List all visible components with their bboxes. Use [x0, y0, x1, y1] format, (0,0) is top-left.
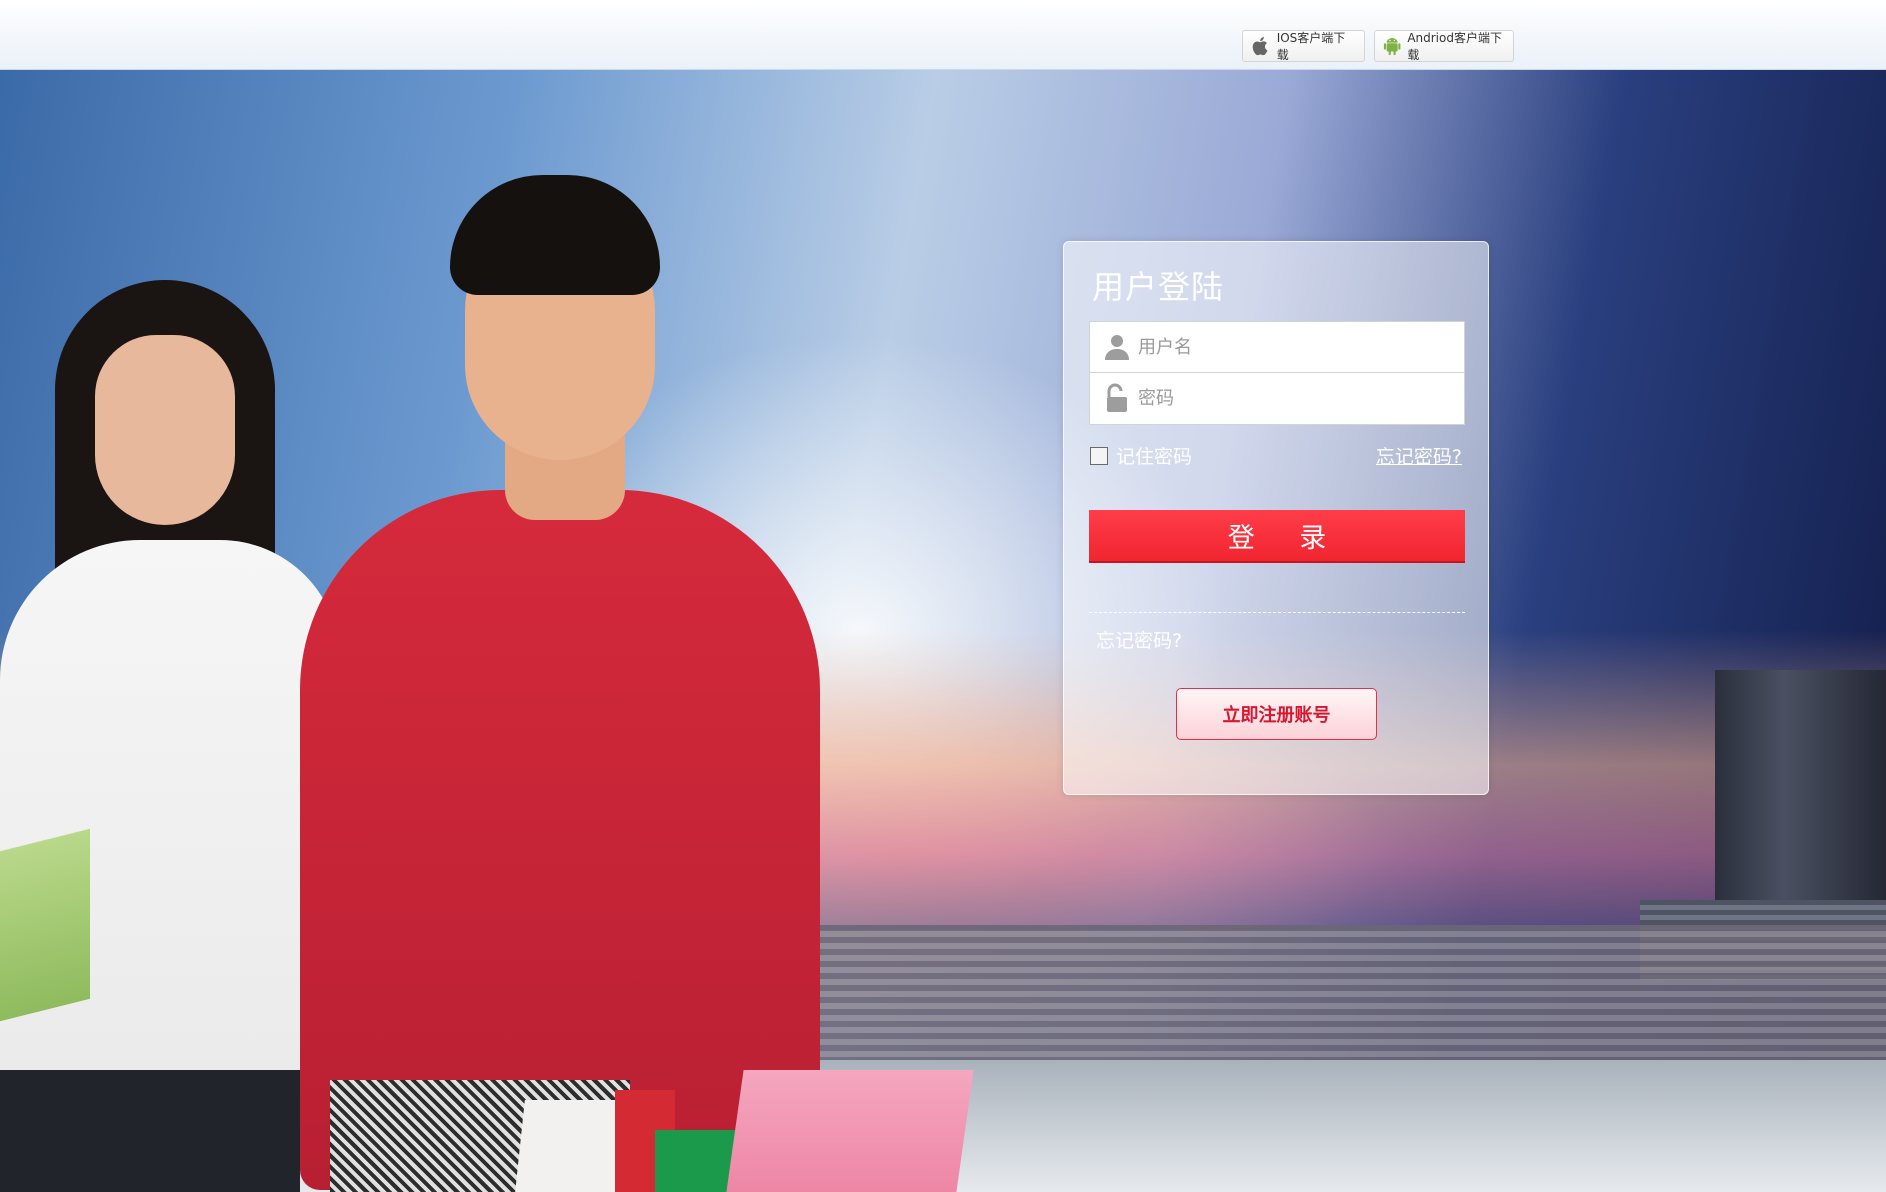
pink-bag-image: [726, 1070, 974, 1192]
remember-password-checkbox[interactable]: 记住密码: [1090, 442, 1192, 469]
man-hair-image: [450, 175, 660, 295]
unlock-icon: [1107, 383, 1127, 412]
top-bar: IOS客户端下载 Andriod客户端下载: [0, 0, 1886, 70]
login-panel: 用户登陆 记住密码 忘记密码? 登 录 忘记密码? 立即注册账号: [1063, 241, 1489, 795]
woman-shorts-image: [0, 1070, 300, 1192]
android-download-button[interactable]: Andriod客户端下载: [1374, 30, 1514, 62]
green-bag-image: [0, 828, 90, 1022]
remember-password-label: 记住密码: [1116, 446, 1193, 468]
username-field[interactable]: [1089, 321, 1465, 373]
divider: [1089, 612, 1465, 613]
green-bag-image-2: [655, 1130, 735, 1192]
password-field[interactable]: [1089, 373, 1465, 425]
login-button[interactable]: 登 录: [1089, 510, 1465, 563]
android-icon: [1383, 38, 1401, 56]
password-input[interactable]: [1138, 378, 1438, 419]
android-download-label: Andriod客户端下载: [1407, 31, 1502, 62]
ios-download-button[interactable]: IOS客户端下载: [1242, 30, 1365, 62]
hero-banner: 用户登陆 记住密码 忘记密码? 登 录 忘记密码? 立即注册账号: [0, 70, 1886, 1192]
checkbox-box[interactable]: [1090, 446, 1108, 465]
forgot-password-link[interactable]: 忘记密码?: [1376, 442, 1462, 469]
woman-face-image: [95, 335, 235, 525]
login-title: 用户登陆: [1092, 268, 1225, 306]
username-input[interactable]: [1138, 327, 1438, 367]
ios-download-label: IOS客户端下载: [1276, 31, 1346, 62]
forgot-password-link-bottom[interactable]: 忘记密码?: [1096, 626, 1182, 653]
apple-icon: [1252, 36, 1268, 56]
user-icon: [1105, 335, 1129, 360]
register-button[interactable]: 立即注册账号: [1176, 688, 1377, 740]
